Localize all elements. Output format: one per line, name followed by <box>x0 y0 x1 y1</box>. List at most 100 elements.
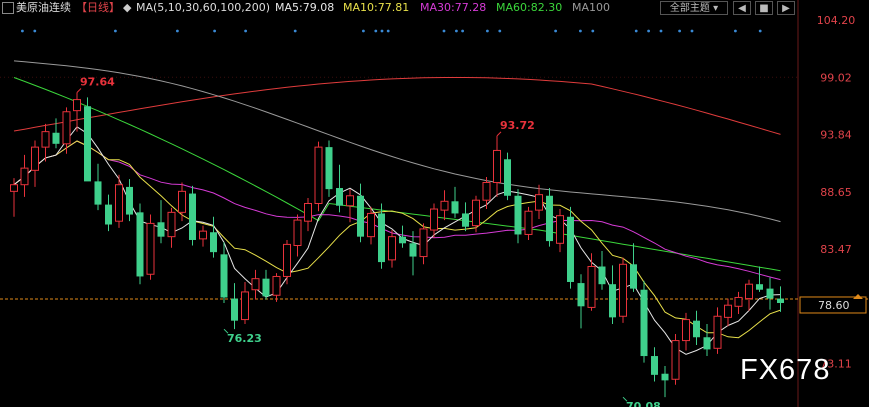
candle-body <box>756 284 763 290</box>
candle-body <box>325 147 333 190</box>
candle-body <box>419 228 428 258</box>
candle-body <box>609 284 616 318</box>
theme-dropdown-label: 全部主题 <box>669 3 710 14</box>
candle-body <box>682 319 690 342</box>
ma10-value: MA10:77.81 <box>343 1 410 14</box>
candle-body <box>283 243 291 277</box>
candle-body <box>514 195 522 235</box>
candle-body <box>62 111 71 145</box>
candle-body <box>462 213 469 227</box>
candle-body <box>272 275 281 296</box>
watermark: FX678 <box>740 354 831 386</box>
candle-body <box>482 181 491 201</box>
candle-body <box>713 315 722 349</box>
candle-body <box>451 201 459 214</box>
candle-body <box>546 195 553 242</box>
period-label[interactable]: 【日线】 <box>76 0 120 16</box>
ma30-value: MA30:77.28 <box>420 1 487 14</box>
high-annotation: 97.64 <box>80 76 115 89</box>
candle-body <box>777 298 784 303</box>
candle-body <box>388 236 396 261</box>
low-annotation: 70.08 <box>626 400 661 407</box>
candle-body <box>734 296 743 307</box>
candle-body <box>210 232 217 253</box>
event-marker <box>362 29 365 33</box>
candle-body <box>136 212 144 277</box>
candle-body <box>10 184 18 192</box>
event-marker <box>461 29 464 33</box>
candle-body <box>189 193 196 240</box>
square-icon: ■ <box>759 3 769 14</box>
candle-body <box>251 278 260 291</box>
candle-body <box>157 222 165 237</box>
candle-body <box>178 190 186 213</box>
ma5-value: MA5:79.08 <box>275 1 335 14</box>
event-marker <box>678 29 681 33</box>
candle-body <box>105 204 112 225</box>
event-marker <box>486 29 489 33</box>
ma200-line <box>13 77 781 135</box>
triangle-right-icon: ▶ <box>782 3 790 14</box>
event-marker <box>380 29 384 33</box>
candle-body <box>52 132 60 144</box>
nav-options-button[interactable]: ■ <box>755 1 773 15</box>
candle-body <box>693 320 700 338</box>
candle-body <box>577 283 585 307</box>
candle-body <box>115 184 123 222</box>
event-marker <box>455 29 458 33</box>
candle-body <box>504 159 511 196</box>
nav-left-button[interactable]: ◀ <box>733 1 751 15</box>
event-marker <box>244 29 248 33</box>
candle-body <box>535 194 543 211</box>
event-marker <box>634 29 638 33</box>
candle-body <box>94 181 102 205</box>
high-annotation: 93.72 <box>500 119 535 132</box>
ma100-label: MA100 <box>572 1 611 14</box>
event-marker <box>659 29 663 33</box>
candle-body <box>304 203 312 222</box>
candle-body <box>73 99 81 112</box>
candle-body <box>220 254 228 298</box>
event-marker <box>33 29 37 33</box>
candle-body <box>167 211 176 238</box>
candle-body <box>671 340 680 380</box>
ma10-line <box>13 140 781 339</box>
candle-body <box>640 289 648 357</box>
candle-body <box>199 230 207 240</box>
event-marker <box>579 29 582 33</box>
candle-body <box>724 304 732 318</box>
ma-spec: MA(5,10,30,60,100,200) <box>136 1 271 14</box>
candle-body <box>703 337 711 350</box>
settings-icon[interactable]: ◆ <box>123 0 131 16</box>
event-marker <box>213 29 217 33</box>
candle-body <box>367 212 375 238</box>
candle-body <box>409 243 417 257</box>
candle-body <box>336 188 343 206</box>
event-marker <box>498 29 502 33</box>
candle-body <box>41 131 50 148</box>
event-marker <box>293 29 297 33</box>
event-marker <box>554 29 557 33</box>
low-annotation: 76.23 <box>227 332 262 345</box>
candle-body <box>661 373 669 381</box>
event-marker <box>442 29 446 33</box>
candle-body <box>745 283 753 300</box>
chevron-down-icon: ▾ <box>713 3 719 14</box>
candle-body <box>651 356 658 375</box>
event-marker <box>374 29 378 33</box>
candle-body <box>619 263 627 317</box>
candle-body <box>357 195 364 237</box>
candle-body <box>241 291 249 321</box>
event-marker <box>21 29 24 33</box>
current-price-label: 78.60 <box>818 299 850 312</box>
candle-body <box>630 264 637 289</box>
event-marker <box>591 29 595 33</box>
event-marker <box>758 29 762 33</box>
event-marker <box>114 29 117 33</box>
candle-body <box>231 298 238 321</box>
candle-body <box>262 278 270 297</box>
triangle-left-icon: ◀ <box>738 3 746 14</box>
annotation-pointer <box>496 131 502 137</box>
nav-right-button[interactable]: ▶ <box>777 1 795 15</box>
theme-dropdown[interactable]: 全部主题 ▾ <box>660 1 728 15</box>
